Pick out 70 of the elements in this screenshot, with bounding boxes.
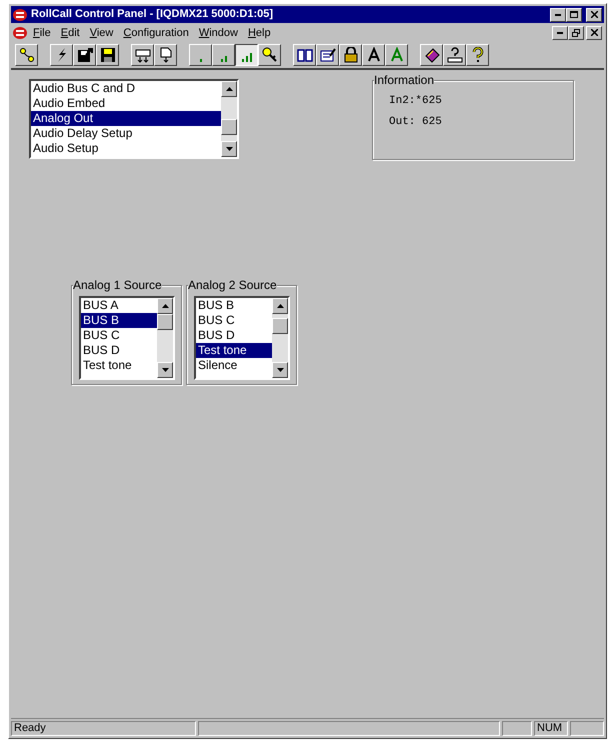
list-item[interactable]: Audio Delay Setup [31,126,221,141]
list-item[interactable]: BUS A [81,298,157,313]
list-item[interactable]: BUS B [196,298,272,313]
down-arrow-icon [162,368,168,372]
scrollbar[interactable] [272,298,288,378]
menu-item[interactable]: File [29,26,55,40]
minimize-icon [557,32,563,34]
scroll-thumb[interactable] [221,119,237,135]
status-pane [570,721,604,736]
close-icon [590,29,598,36]
close-button[interactable] [586,26,602,40]
letter-a-icon [366,47,382,63]
toolbar-button[interactable] [235,44,258,66]
key-icon [262,47,278,63]
list-item[interactable]: Audio Embed [31,96,221,111]
menu-item[interactable]: Edit [56,26,84,40]
restore-button[interactable] [568,26,584,40]
info-line: Out: 625 [389,115,443,130]
up-arrow-icon [276,304,284,308]
minimize-icon [555,14,561,16]
list-item[interactable]: Analog Out [31,111,221,126]
group-title: Analog 1 Source [73,278,162,292]
restore-icon [572,28,580,36]
lock-icon [342,47,358,63]
maximize-icon [570,11,578,18]
status-pane [502,721,532,736]
list-item[interactable]: BUS D [81,343,157,358]
info-line: In2:*625 [389,94,443,109]
app-logo-icon [13,8,27,20]
list-item[interactable]: BUS C [196,313,272,328]
list-item[interactable]: BUS C [81,328,157,343]
form-pencil-icon [320,47,336,63]
list-item[interactable]: BUS D [196,328,272,343]
list-item[interactable]: Silence [196,358,272,373]
down-arrow-icon [226,147,232,151]
group-title: Analog 2 Source [188,278,277,292]
group-title: Information [374,73,434,87]
up-arrow-icon [162,304,168,308]
list-item[interactable]: BUS B [81,313,157,328]
status-message: Ready [11,721,196,736]
window-title: RollCall Control Panel - [IQDMX21 5000:D1:05] [31,7,274,22]
list-item[interactable]: Test tone [81,358,157,373]
scroll-thumb[interactable] [272,318,288,334]
bar-chart-icon [242,50,252,62]
document-icon [158,47,174,63]
bar-chart-icon [220,53,226,62]
down-arrow-icon [276,368,284,372]
close-icon [590,11,598,18]
list-item[interactable]: Test tone [196,343,272,358]
status-indicator: NUM [534,721,568,736]
maximize-button[interactable] [566,8,582,22]
menu-item[interactable]: Help [244,26,275,40]
menu-item[interactable]: View [86,26,118,40]
list-item[interactable]: Audio Bus C and D [31,81,221,96]
scrollbar[interactable] [221,81,237,157]
menu-item[interactable]: Window [194,26,242,40]
menu-item[interactable]: Configuration [119,26,193,40]
scroll-thumb[interactable] [157,314,173,330]
letter-a-icon [388,47,404,63]
minimize-button[interactable] [550,8,566,22]
close-button[interactable] [586,8,602,22]
question-box-icon [446,47,462,63]
network-icon [134,47,150,63]
minimize-button[interactable] [552,26,568,40]
list-item[interactable]: Audio Setup [31,141,221,156]
scrollbar[interactable] [157,298,173,378]
up-arrow-icon [226,87,232,91]
plug-link-icon [18,47,34,63]
open-book-icon [296,47,312,63]
document-logo-icon [13,26,27,38]
